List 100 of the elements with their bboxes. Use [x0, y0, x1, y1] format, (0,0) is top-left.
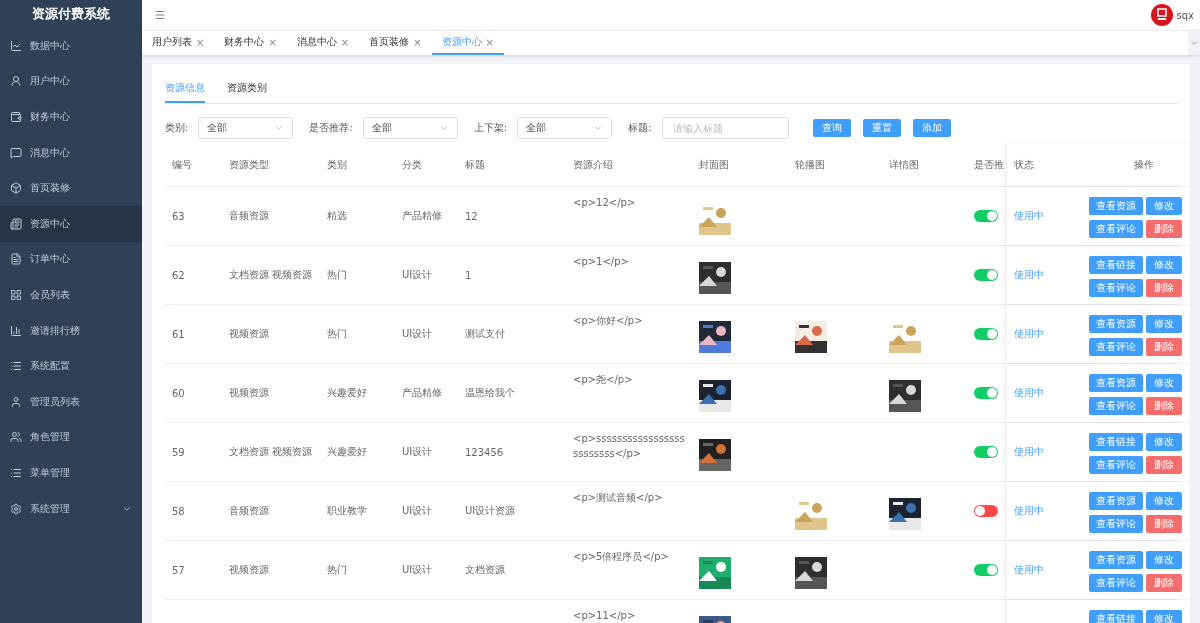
action-button[interactable]: 查看评论: [1089, 456, 1143, 474]
filter-button[interactable]: 重置: [862, 119, 901, 137]
action-button[interactable]: 修改: [1146, 315, 1182, 333]
action-button[interactable]: 查看资源: [1089, 551, 1143, 569]
sidebar-item[interactable]: 数据中心: [0, 28, 142, 64]
action-button[interactable]: 删除: [1146, 515, 1182, 533]
sidebar-item[interactable]: 资源中心: [0, 205, 142, 242]
action-button[interactable]: 查看评论: [1089, 279, 1143, 297]
action-button[interactable]: 查看评论: [1089, 220, 1143, 238]
action-button[interactable]: 查看评论: [1089, 338, 1143, 356]
action-button[interactable]: 修改: [1146, 551, 1182, 569]
recommend-switch[interactable]: [974, 387, 998, 399]
recommend-switch[interactable]: [974, 564, 998, 576]
action-button[interactable]: 查看评论: [1089, 515, 1143, 533]
recommend-switch[interactable]: [974, 505, 998, 517]
sidebar-item[interactable]: 菜单管理: [0, 455, 142, 491]
sidebar-item[interactable]: 财务中心: [0, 99, 142, 135]
action-button[interactable]: 删除: [1146, 279, 1182, 297]
status-text[interactable]: 使用中: [1014, 386, 1044, 400]
recommend-switch[interactable]: [974, 446, 998, 458]
action-button[interactable]: 查看评论: [1089, 397, 1143, 415]
table-cell: UI设计资源: [465, 504, 516, 518]
table-cell: 视频资源: [229, 386, 269, 400]
filter-label: 标题:: [628, 121, 652, 135]
status-text[interactable]: 使用中: [1014, 563, 1044, 577]
action-button[interactable]: 删除: [1146, 338, 1182, 356]
filter-button[interactable]: 添加: [912, 119, 951, 137]
sidebar-item[interactable]: 管理员列表: [0, 383, 142, 420]
table-cell: <p>5倍程序员</p>: [573, 551, 669, 562]
section-tab[interactable]: 资源信息: [165, 78, 205, 103]
nav-icon: [10, 111, 22, 123]
action-button[interactable]: 删除: [1146, 397, 1182, 415]
recommend-switch[interactable]: [974, 269, 998, 281]
action-button[interactable]: 修改: [1146, 610, 1182, 623]
nav-icon: [10, 253, 22, 266]
table-cell: 精选: [327, 209, 347, 223]
column-header: 编号: [171, 158, 193, 172]
table-cell: 温恩给我个: [465, 386, 515, 400]
action-button[interactable]: 修改: [1146, 256, 1182, 274]
sidebar-item[interactable]: 邀请排行榜: [0, 312, 142, 349]
username[interactable]: sqx: [1176, 9, 1194, 21]
table-cell: 63: [172, 210, 185, 222]
menu-icon[interactable]: [154, 9, 166, 21]
action-button[interactable]: 查看资源: [1089, 374, 1143, 392]
status-text[interactable]: 使用中: [1014, 445, 1044, 459]
sidebar-item[interactable]: 订单中心: [0, 241, 142, 278]
page-tab[interactable]: 财务中心 ×: [214, 31, 287, 55]
filter-select[interactable]: 全部: [362, 117, 458, 139]
action-button[interactable]: 查看资源: [1089, 492, 1143, 510]
sidebar-item[interactable]: 系统管理: [0, 490, 142, 527]
page-tab[interactable]: 用户列表 ×: [142, 31, 215, 55]
chevron-down-icon: [274, 123, 285, 133]
action-button[interactable]: 修改: [1146, 197, 1182, 215]
page-tab[interactable]: 首页装修 ×: [359, 31, 432, 55]
action-button[interactable]: 查看评论: [1089, 574, 1143, 592]
table-cell: 音频资源: [229, 504, 269, 518]
title-input[interactable]: 请输入标题: [661, 117, 789, 139]
status-text[interactable]: 使用中: [1014, 327, 1044, 341]
recommend-switch[interactable]: [974, 210, 998, 222]
status-text[interactable]: 使用中: [1014, 209, 1044, 223]
table-cell: 12: [465, 210, 478, 222]
nav-icon: [10, 75, 22, 88]
filter-select[interactable]: 全部: [517, 117, 613, 139]
sidebar-item[interactable]: 首页装修: [0, 170, 142, 206]
status-text[interactable]: 使用中: [1014, 268, 1044, 282]
column-header: 类别: [326, 158, 348, 172]
filter-select[interactable]: 全部: [198, 117, 294, 139]
sidebar-item[interactable]: 会员列表: [0, 277, 142, 313]
section-tab[interactable]: 资源类别: [227, 78, 267, 103]
table-cell: <p>测试音频</p>: [573, 492, 663, 503]
page-tab[interactable]: 资源中心 ×: [431, 31, 504, 55]
action-button[interactable]: 查看链接: [1089, 256, 1143, 274]
table-cell: 测试支付: [465, 327, 505, 341]
action-button[interactable]: 修改: [1146, 492, 1182, 510]
column-header: 轮播图: [794, 158, 826, 172]
tabs-more-button[interactable]: [1188, 31, 1200, 55]
table-cell: 58: [172, 505, 185, 517]
filter-button[interactable]: 查询: [812, 119, 851, 137]
table-cell: <p>11</p>: [573, 610, 636, 621]
table-cell: <p>1</p>: [573, 256, 629, 267]
avatar-icon[interactable]: [1150, 4, 1173, 26]
action-button[interactable]: 查看资源: [1089, 315, 1143, 333]
action-button[interactable]: 修改: [1146, 433, 1182, 451]
page-tab[interactable]: 消息中心 ×: [286, 31, 360, 55]
action-button[interactable]: 删除: [1146, 574, 1182, 592]
sidebar-item[interactable]: 用户中心: [0, 63, 142, 100]
column-header: 封面图: [698, 158, 730, 172]
sidebar-item[interactable]: 角色管理: [0, 419, 142, 456]
action-button[interactable]: 删除: [1146, 220, 1182, 238]
action-button[interactable]: 查看资源: [1089, 197, 1143, 215]
chevron-down-icon: [438, 123, 449, 133]
action-button[interactable]: 修改: [1146, 374, 1182, 392]
sidebar-item[interactable]: 消息中心: [0, 134, 142, 171]
action-button[interactable]: 查看链接: [1089, 433, 1143, 451]
action-button[interactable]: 删除: [1146, 456, 1182, 474]
chevron-down-icon: [593, 123, 604, 133]
status-text[interactable]: 使用中: [1014, 504, 1044, 518]
action-button[interactable]: 查看链接: [1089, 610, 1143, 623]
recommend-switch[interactable]: [974, 328, 998, 340]
sidebar-item[interactable]: 系统配置: [0, 348, 142, 384]
